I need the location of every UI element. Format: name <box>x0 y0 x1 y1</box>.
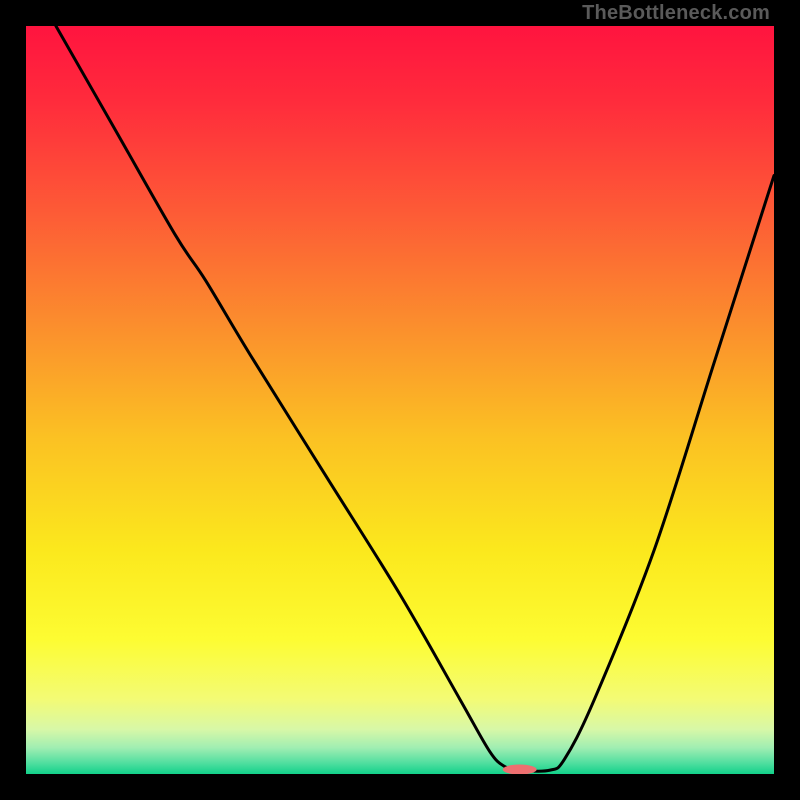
gradient-background <box>26 26 774 774</box>
bottleneck-chart <box>26 26 774 774</box>
watermark-text: TheBottleneck.com <box>582 2 770 25</box>
chart-frame <box>26 26 774 774</box>
